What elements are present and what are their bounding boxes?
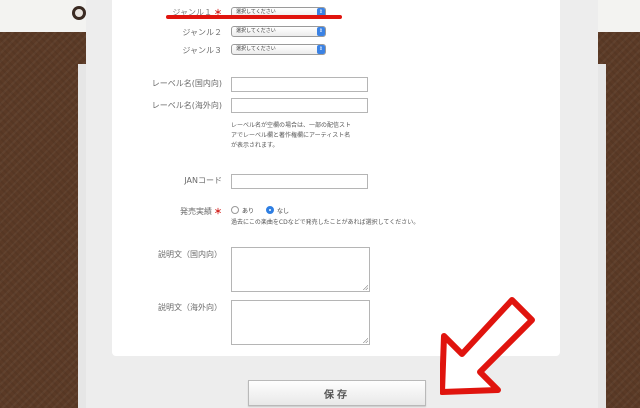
page-panel-left <box>78 64 86 408</box>
label-overseas-label: レーベル名(海外向) <box>151 101 222 110</box>
save-button[interactable]: 保存 <box>248 380 426 406</box>
jan-input[interactable] <box>231 174 368 189</box>
genre3-select-value: 選択してください <box>236 46 276 52</box>
select-arrows-icon: ⇕ <box>317 45 325 54</box>
release-yes-label[interactable]: あり <box>242 206 254 215</box>
label-domestic-input[interactable] <box>231 77 368 92</box>
release-yes-radio[interactable] <box>231 206 239 214</box>
release-no-label[interactable]: なし <box>277 206 289 215</box>
red-arrow-annotation <box>440 297 535 395</box>
label-note: レーベル名が空欄の場合は、一部の配信スト アでレーベル欄と著作権欄にアーティスト… <box>231 121 401 151</box>
resize-grip-icon[interactable] <box>363 338 368 343</box>
desc-overseas-textarea[interactable] <box>231 300 370 345</box>
release-no-radio[interactable] <box>266 206 274 214</box>
desc-domestic-label: 説明文（国内向） <box>158 250 222 259</box>
release-note: 過去にこの楽曲をCDなどで発売したことがあれば選択してください。 <box>231 219 420 226</box>
release-label-text: 発売実績 <box>180 207 212 216</box>
label-note-line: レーベル名が空欄の場合は、一部の配信スト <box>231 122 352 129</box>
label-domestic-label: レーベル名(国内向) <box>151 79 222 88</box>
genre2-select[interactable]: 選択してください ⇕ <box>231 26 326 37</box>
desc-overseas-label: 説明文（海外向） <box>158 303 222 312</box>
resize-grip-icon[interactable] <box>363 285 368 290</box>
site-logo[interactable] <box>72 6 86 20</box>
genre3-label: ジャンル３ <box>182 46 222 55</box>
genre2-select-value: 選択してください <box>236 28 276 34</box>
label-note-line: アでレーベル欄と著作権欄にアーティスト名 <box>231 132 351 139</box>
label-overseas-input[interactable] <box>231 98 368 113</box>
label-note-line: が表示されます。 <box>231 142 279 149</box>
desc-domestic-textarea[interactable] <box>231 247 370 292</box>
required-mark: ＊ <box>214 207 222 216</box>
red-underline-annotation <box>166 15 342 19</box>
genre2-label: ジャンル２ <box>182 28 222 37</box>
page-panel-right <box>598 64 606 408</box>
select-arrows-icon: ⇕ <box>317 27 325 36</box>
jan-label: JANコード <box>184 176 222 185</box>
genre3-select[interactable]: 選択してください ⇕ <box>231 44 326 55</box>
release-label: 発売実績＊ <box>160 206 222 217</box>
